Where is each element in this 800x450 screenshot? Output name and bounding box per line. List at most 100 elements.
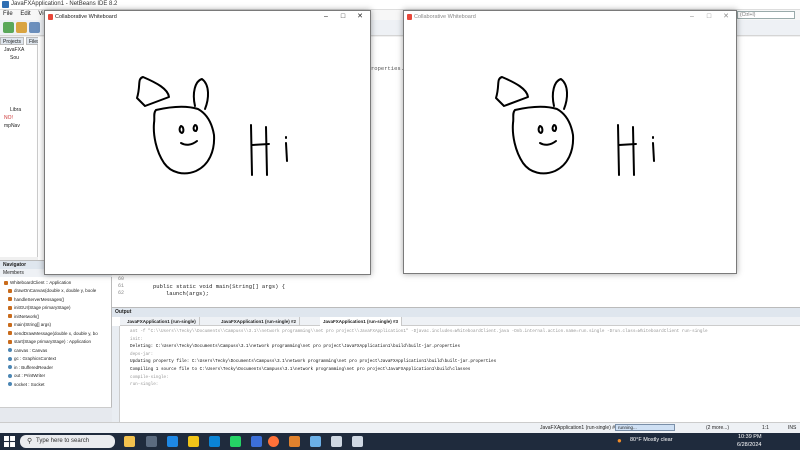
- status-more[interactable]: (2 more...): [706, 425, 729, 431]
- clock-time[interactable]: 10:39 PM: [738, 434, 762, 440]
- open-project-icon[interactable]: [29, 22, 40, 33]
- weather-icon: ●: [617, 436, 622, 445]
- field-icon: [8, 382, 12, 387]
- widget-icon[interactable]: [124, 436, 135, 447]
- menu-file[interactable]: File: [0, 10, 16, 18]
- eye-right-stroke: [192, 124, 199, 132]
- netbeans-taskbar-icon[interactable]: [310, 436, 321, 447]
- clock-date[interactable]: 6/28/2024: [737, 442, 761, 448]
- menu-edit[interactable]: Edit: [17, 10, 33, 18]
- weather-text[interactable]: 80°F Mostly clear: [630, 437, 673, 443]
- store-icon[interactable]: [209, 436, 220, 447]
- output-line: deps-jar:: [130, 351, 154, 357]
- output-line: Deleting: C:\Users\Tecky\Documents\Campu…: [130, 344, 461, 350]
- ear-right-stroke: [192, 78, 209, 110]
- tab-output-run-1[interactable]: JavaFXApplication1 (run-single): [124, 317, 200, 326]
- letter-h-left-stroke: [617, 124, 620, 176]
- tab-projects[interactable]: Projects: [0, 37, 25, 45]
- tab-output-run-3[interactable]: JavaFXApplication1 (run-single) #3: [320, 317, 403, 326]
- close-button[interactable]: ✕: [352, 12, 368, 22]
- close-button[interactable]: ✕: [718, 12, 734, 22]
- navigator-panel: Navigator Members WhiteboardClient :: Ap…: [0, 260, 112, 425]
- letter-h-right-stroke: [632, 126, 635, 176]
- task-view-icon[interactable]: [146, 436, 157, 447]
- maximize-button[interactable]: □: [701, 12, 717, 22]
- letter-h-right-stroke: [265, 126, 268, 176]
- navigator-member[interactable]: main(String[] args): [8, 322, 51, 327]
- search-icon: ⚲: [27, 438, 33, 445]
- projects-panel: Projects Files JavaFXA Sou Libra NO! mpN…: [0, 37, 43, 257]
- status-task[interactable]: JavaFXApplication1 (run-single) #3: [540, 425, 618, 431]
- whiteboard-title-bar: Collaborative Whiteboard – □ ✕: [404, 11, 736, 23]
- maximize-button[interactable]: □: [335, 12, 351, 22]
- navigator-member[interactable]: initNetwork(): [8, 314, 39, 319]
- new-file-icon[interactable]: [3, 22, 14, 33]
- mouth-stroke: [539, 140, 557, 146]
- navigator-member[interactable]: out : PrintWriter: [8, 373, 45, 378]
- face-stroke: [511, 105, 575, 175]
- status-progress: running...: [615, 424, 675, 431]
- whiteboard-title: Collaborative Whiteboard: [414, 14, 476, 20]
- minimize-button[interactable]: –: [684, 12, 700, 22]
- tree-item-libraries[interactable]: Libra: [10, 107, 21, 113]
- method-icon: [8, 288, 12, 293]
- app-icon[interactable]: [251, 436, 262, 447]
- minimize-button[interactable]: –: [318, 12, 334, 22]
- face-stroke: [152, 105, 216, 175]
- whiteboard-title: Collaborative Whiteboard: [55, 14, 117, 20]
- navigator-member[interactable]: initGUI(Stage primaryStage): [8, 305, 71, 310]
- navigator-member[interactable]: handleServerMessages(): [8, 297, 64, 302]
- method-icon: [8, 305, 12, 310]
- class-icon: [4, 280, 8, 285]
- eye-left-stroke: [537, 125, 544, 134]
- java-app-icon[interactable]: [289, 436, 300, 447]
- java-window-icon[interactable]: [331, 436, 342, 447]
- java-window-icon[interactable]: [352, 436, 363, 447]
- navigator-root[interactable]: WhiteboardClient :: Application: [4, 280, 71, 285]
- eye-right-stroke: [551, 124, 558, 132]
- ide-search-input[interactable]: (Ctrl+I): [737, 11, 795, 19]
- java-icon: [48, 14, 53, 20]
- whiteboard-title-bar: Collaborative Whiteboard – □ ✕: [45, 11, 370, 23]
- letter-i-stroke: [285, 142, 288, 162]
- edge-icon[interactable]: [167, 436, 178, 447]
- tree-item-sources[interactable]: Sou: [10, 55, 19, 61]
- navigator-member[interactable]: canvas : Canvas: [8, 348, 47, 353]
- whatsapp-icon[interactable]: [230, 436, 241, 447]
- letter-h-left-stroke: [250, 124, 253, 176]
- ide-title: JavaFXApplication1 - NetBeans IDE 8.2: [11, 1, 118, 7]
- drawing-canvas[interactable]: [45, 23, 370, 274]
- output-tabs: JavaFXApplication1 (run-single) JavaFXAp…: [120, 317, 800, 326]
- new-project-icon[interactable]: [16, 22, 27, 33]
- drawing-canvas[interactable]: [404, 23, 736, 273]
- navigator-member[interactable]: gc : GraphicsContext: [8, 356, 56, 361]
- method-icon: [8, 322, 12, 327]
- navigator-member[interactable]: sendDrawMessage(double x, double y, bo: [8, 331, 98, 336]
- status-position: 1:1: [762, 425, 769, 431]
- tree-item-no[interactable]: NO!: [4, 115, 13, 121]
- tree-item-project[interactable]: JavaFXA: [4, 47, 24, 53]
- ide-title-bar: JavaFXApplication1 - NetBeans IDE 8.2: [0, 0, 800, 10]
- code-line-launch: launch(args);: [166, 290, 209, 297]
- tab-output-run-2[interactable]: JavaFXApplication1 (run-single) #2: [218, 317, 301, 326]
- file-explorer-icon[interactable]: [188, 436, 199, 447]
- firefox-icon[interactable]: [268, 436, 279, 447]
- netbeans-icon: [2, 1, 9, 8]
- taskbar-search-input[interactable]: Type here to search: [20, 435, 115, 448]
- field-icon: [8, 373, 12, 378]
- navigator-member[interactable]: drawOnCanvas(double x, double y, boole: [8, 288, 96, 293]
- method-icon: [8, 331, 12, 336]
- navigator-member[interactable]: start(Stage primaryStage) : Application: [8, 339, 91, 344]
- output-line: Compiling 1 source file to C:\Users\Teck…: [130, 367, 471, 372]
- navigator-member[interactable]: socket : Socket: [8, 382, 45, 387]
- output-panel: Output JavaFXApplication1 (run-single) J…: [112, 307, 800, 423]
- navigator-member[interactable]: in : BufferedReader: [8, 365, 53, 370]
- output-gutter: [112, 326, 120, 423]
- ide-status-bar: JavaFXApplication1 (run-single) #3 runni…: [0, 422, 800, 433]
- ear-left-stroke: [495, 76, 529, 107]
- tree-item-mpnav[interactable]: mpNav: [4, 123, 20, 129]
- output-line: compile-single:: [130, 374, 169, 380]
- line-number: 60: [118, 276, 125, 282]
- windows-start-icon[interactable]: [4, 436, 15, 447]
- output-line: ant -f "C:\\Users\\Tecky\\Documents\\Cam…: [130, 329, 708, 334]
